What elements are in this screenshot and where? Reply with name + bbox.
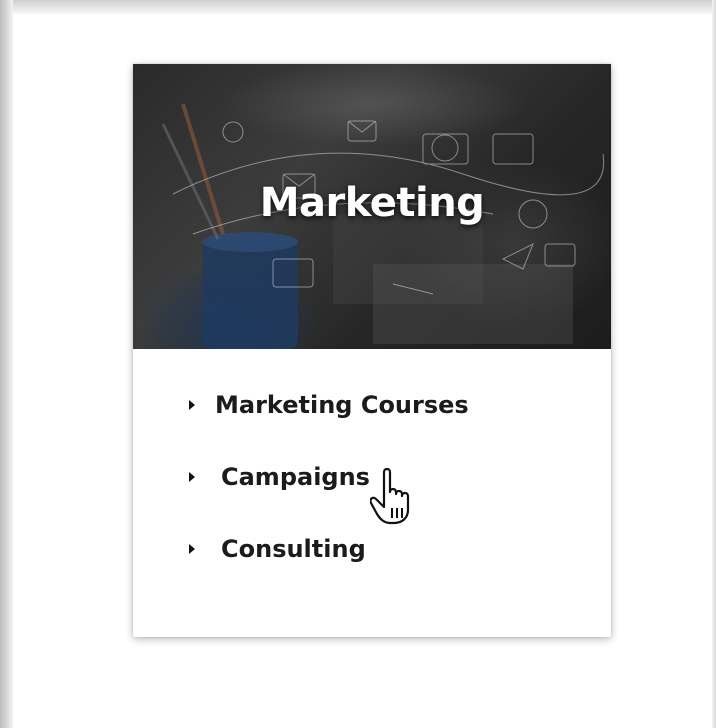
menu-item-label: Campaigns — [221, 463, 370, 491]
window-frame-top — [0, 0, 716, 14]
window-frame-left — [0, 0, 13, 728]
caret-right-icon — [189, 544, 195, 554]
menu-item-consulting[interactable]: Consulting — [189, 533, 366, 565]
menu-item-label: Consulting — [221, 535, 366, 563]
window-frame-right — [712, 0, 716, 728]
hero-image: Marketing — [133, 64, 611, 349]
menu-item-label: Marketing Courses — [215, 391, 469, 419]
caret-right-icon — [189, 472, 195, 482]
menu-item-marketing-courses[interactable]: Marketing Courses — [189, 389, 469, 421]
hand-pointer-icon — [370, 467, 410, 525]
menu-item-campaigns[interactable]: Campaigns — [189, 461, 370, 493]
caret-right-icon — [189, 400, 195, 410]
card-title: Marketing — [259, 180, 485, 226]
marketing-card: Marketing Marketing Courses Campaigns Co… — [133, 64, 611, 637]
